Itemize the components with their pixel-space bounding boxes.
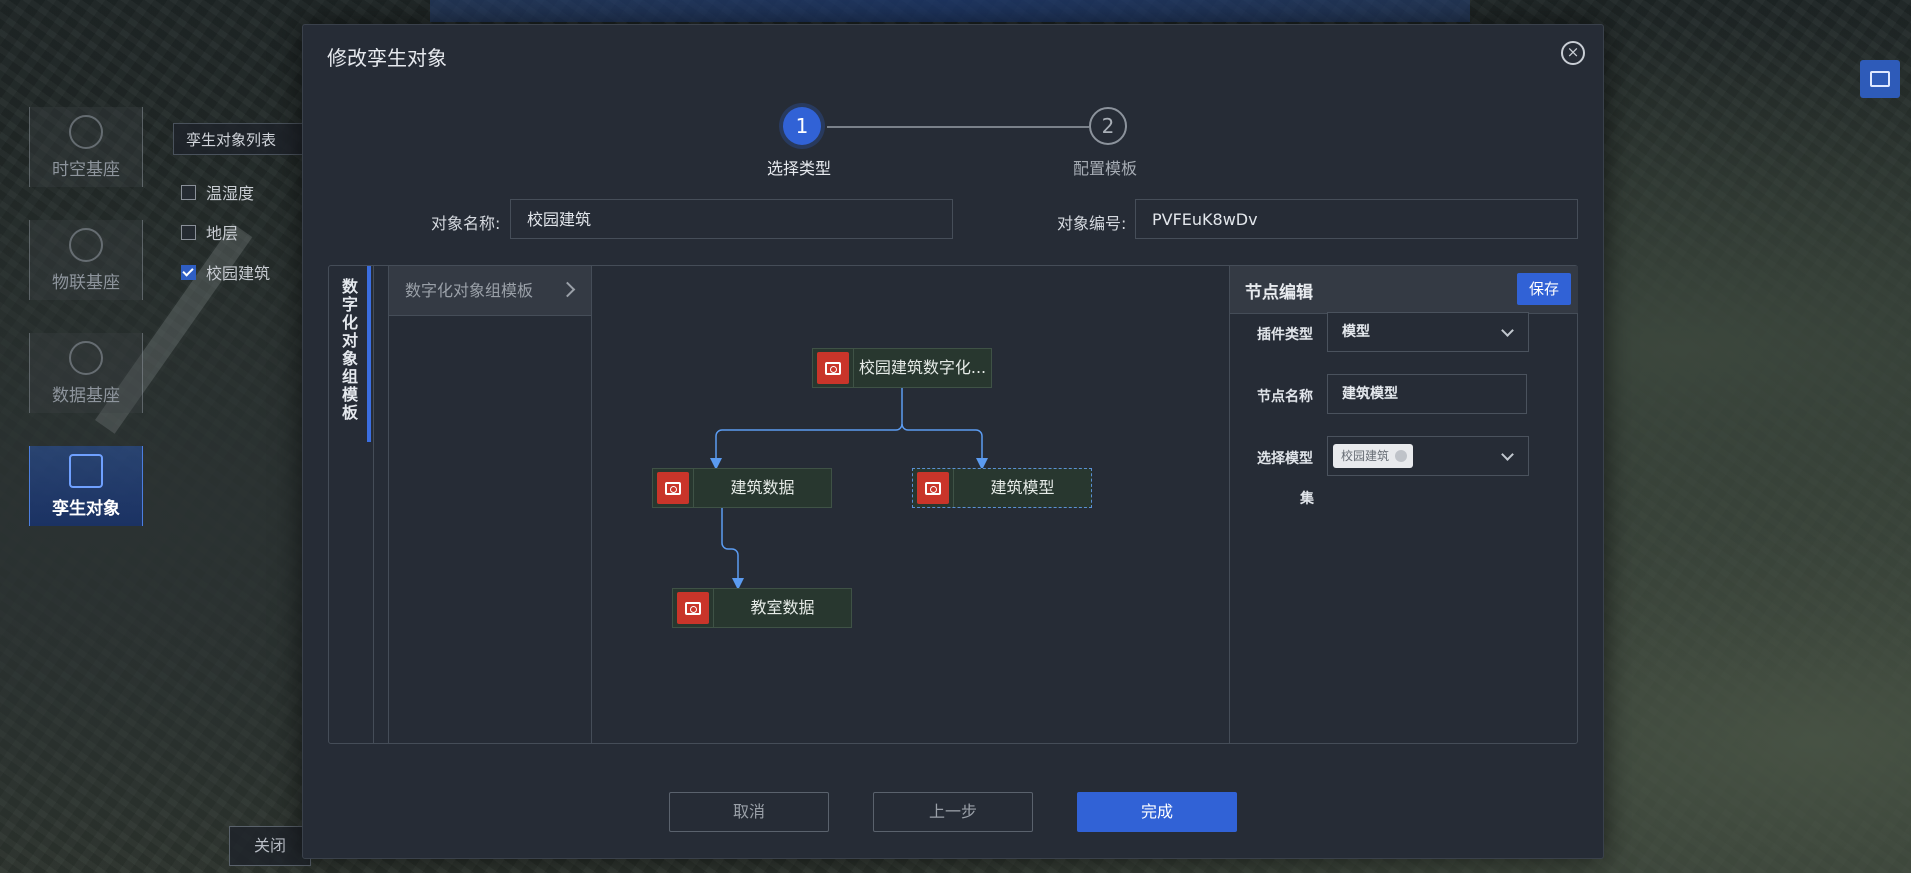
object-name-input[interactable]: 校园建筑 [510, 199, 953, 239]
node-label: 校园建筑数字化... [853, 349, 991, 387]
edge-data-to-classroom [721, 508, 744, 590]
nav-label: 数据基座 [52, 385, 120, 406]
layout-icon [1870, 71, 1890, 87]
node-name-input[interactable]: 建筑模型 [1327, 374, 1527, 414]
node-name-label: 节点名称 [1257, 389, 1313, 405]
graph-node-building-data[interactable]: 建筑数据 [652, 468, 832, 508]
model-set-label-suffix: 集 [1300, 491, 1314, 507]
graph-node-root[interactable]: 校园建筑数字化... [812, 348, 992, 388]
model-set-tag[interactable]: 校园建筑 [1333, 444, 1414, 468]
layer-checkbox-campus[interactable]: 校园建筑 [181, 260, 270, 284]
vertical-tab-label: 数字化对象组模板 [339, 278, 358, 422]
object-name-label: 对象名称: [431, 214, 501, 233]
step-2-label: 配置模板 [1073, 159, 1138, 178]
template-group-label: 数字化对象组模板 [405, 281, 534, 300]
template-group-header[interactable]: 数字化对象组模板 [389, 266, 591, 316]
checkbox[interactable] [181, 184, 196, 200]
checkbox-label: 温湿度 [206, 184, 255, 203]
layout-toggle-button[interactable] [1860, 60, 1900, 98]
tag-label: 校园建筑 [1341, 449, 1390, 463]
nav-label: 时空基座 [52, 159, 120, 180]
object-code-input[interactable]: PVFEuK8wDv [1135, 199, 1578, 239]
close-panel-button[interactable]: 关闭 [229, 826, 311, 866]
cancel-button[interactable]: 取消 [669, 792, 829, 832]
nav-label: 孪生对象 [52, 498, 120, 519]
graph-node-classroom-data[interactable]: 教室数据 [672, 588, 852, 628]
folder-icon [817, 352, 849, 384]
plugin-type-label: 插件类型 [1257, 327, 1313, 343]
chevron-down-icon [1501, 448, 1514, 461]
close-icon[interactable]: × [1561, 41, 1585, 65]
object-list-select[interactable]: 孪生对象列表 [173, 123, 313, 155]
node-label: 教室数据 [713, 589, 851, 627]
template-panel: 数字化对象组模板 [389, 266, 592, 743]
node-graph-canvas[interactable]: 校园建筑数字化... 建筑数据 建筑模型 教室数据 [592, 266, 1228, 743]
node-label: 建筑数据 [693, 469, 831, 507]
nav-data-base[interactable]: 数据基座 [29, 333, 143, 413]
save-button[interactable]: 保存 [1517, 273, 1571, 305]
node-editor-header: 节点编辑 保存 [1230, 266, 1578, 314]
node-editor-panel: 节点编辑 保存 插件类型 模型 节点名称 建筑模型 选择模型 集 校园建筑 [1229, 266, 1578, 743]
step-connector [827, 126, 1089, 128]
edit-twin-object-dialog: 修改孪生对象 × 1 2 选择类型 配置模板 对象名称: 校园建筑 对象编号: … [302, 24, 1604, 859]
nav-label: 物联基座 [52, 272, 120, 293]
plugin-type-value: 模型 [1342, 324, 1370, 340]
close-icon[interactable] [1395, 450, 1408, 462]
checkbox-label: 地层 [206, 224, 239, 243]
object-code-label: 对象编号: [1057, 214, 1127, 233]
previous-step-button[interactable]: 上一步 [873, 792, 1033, 832]
active-tab-indicator [367, 266, 371, 442]
nav-twin-object[interactable]: 孪生对象 [29, 446, 143, 526]
compass-icon [69, 114, 103, 149]
panel-divider [373, 266, 389, 743]
plugin-type-select[interactable]: 模型 [1327, 312, 1529, 352]
step-1-label: 选择类型 [767, 159, 832, 178]
folder-icon [657, 472, 689, 504]
nav-iot-base[interactable]: 物联基座 [29, 220, 143, 300]
folder-icon [677, 592, 709, 624]
step-1-indicator: 1 [783, 107, 821, 145]
vertical-tab[interactable]: 数字化对象组模板 [329, 266, 374, 743]
model-set-label: 选择模型 [1257, 451, 1313, 467]
chevron-down-icon [1501, 324, 1514, 337]
layer-checkbox-humidity[interactable]: 温湿度 [181, 180, 254, 204]
checkbox-checked[interactable] [181, 264, 196, 280]
network-icon [69, 227, 103, 262]
node-editor-title: 节点编辑 [1245, 283, 1313, 303]
folder-icon [917, 472, 949, 504]
checkbox[interactable] [181, 224, 196, 240]
graph-node-building-model[interactable]: 建筑模型 [912, 468, 1092, 508]
layer-checkbox-stratum[interactable]: 地层 [181, 220, 238, 244]
top-banner [430, 0, 1470, 22]
chevron-right-icon [559, 281, 576, 298]
cubes-icon [69, 453, 103, 488]
checkbox-label: 校园建筑 [206, 264, 271, 283]
node-label: 建筑模型 [953, 469, 1091, 507]
cloud-data-icon [69, 340, 103, 375]
step-2-indicator: 2 [1089, 107, 1127, 145]
dialog-title: 修改孪生对象 [327, 46, 447, 70]
finish-button[interactable]: 完成 [1077, 792, 1237, 832]
edge-root-to-data [710, 388, 903, 470]
nav-spacetime-base[interactable]: 时空基座 [29, 107, 143, 187]
model-set-select[interactable]: 校园建筑 [1327, 436, 1529, 476]
template-workspace: 数字化对象组模板 数字化对象组模板 校园建筑数字化... 建筑数据 建筑模型 教… [328, 265, 1578, 744]
edge-root-to-model [901, 423, 988, 470]
